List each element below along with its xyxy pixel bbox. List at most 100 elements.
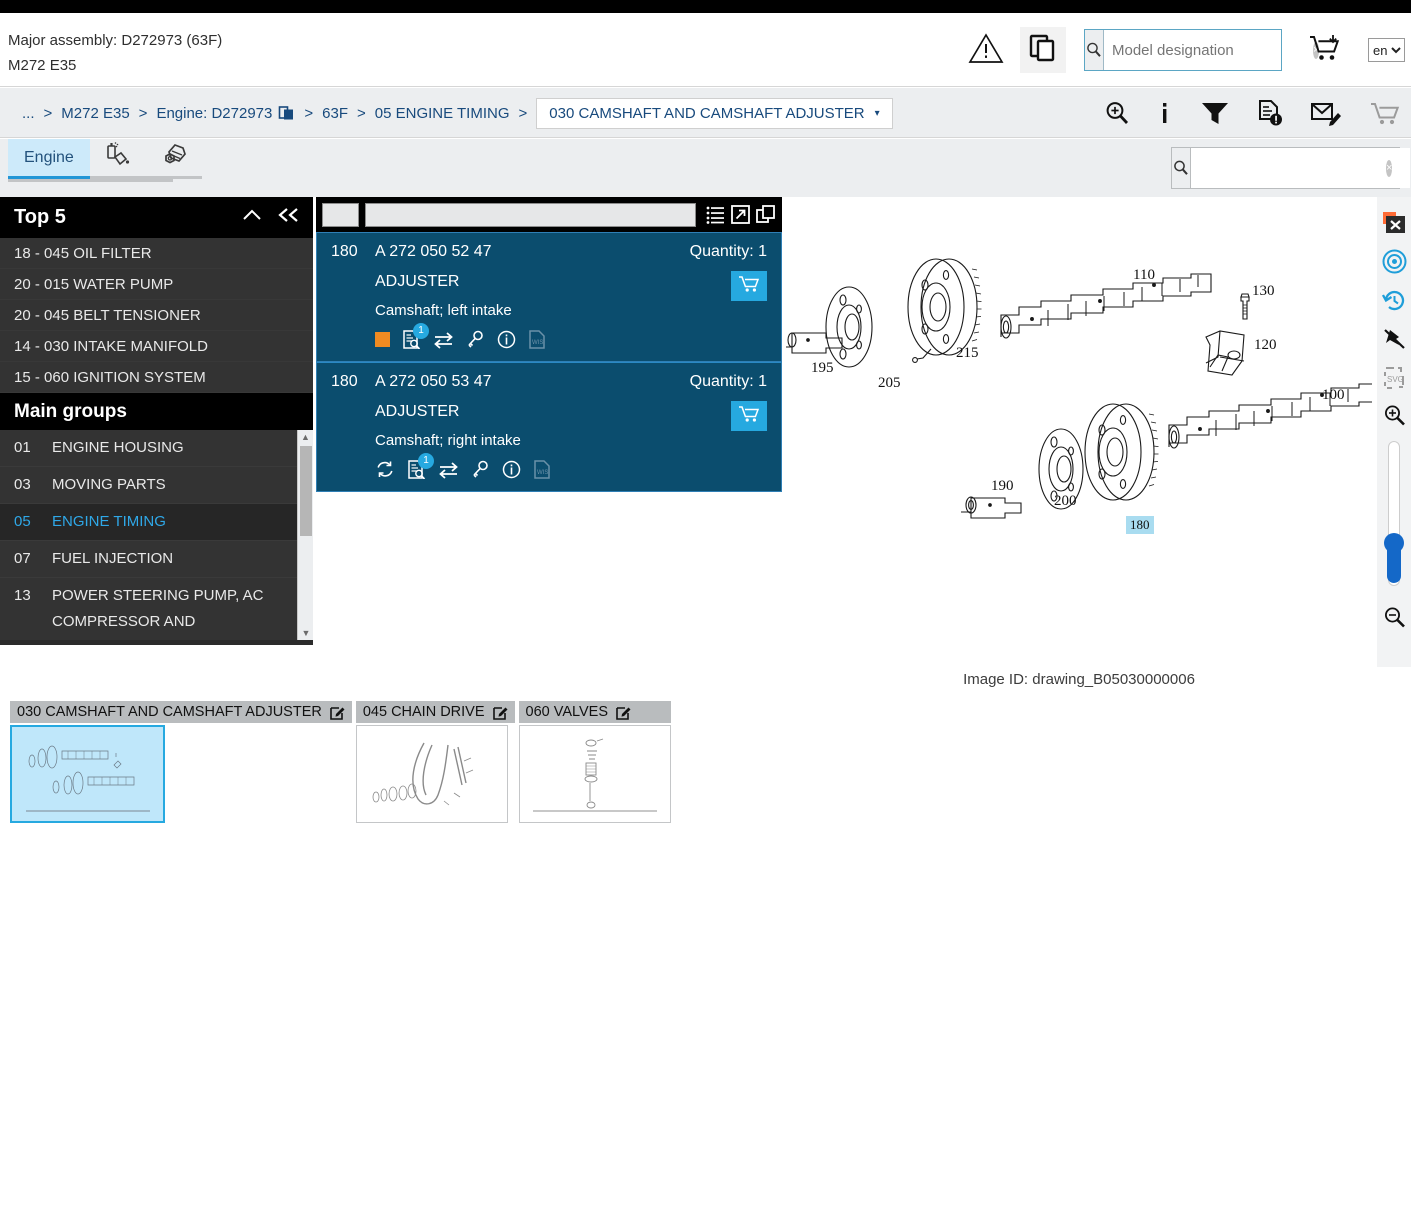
callout-180-highlight[interactable]: 180	[1126, 516, 1154, 534]
key-search-icon[interactable]	[466, 330, 485, 349]
thumbnail-image-060[interactable]	[519, 725, 671, 823]
close-window-icon[interactable]	[1382, 211, 1406, 235]
chevron-up-icon[interactable]	[241, 206, 263, 229]
zoom-slider-thumb[interactable]	[1387, 539, 1401, 583]
list-view-icon[interactable]	[706, 205, 725, 224]
parts-drawing[interactable]: 195 205 215 110 130 120 100 190 200 180	[786, 197, 1372, 652]
exchange-arrows-icon[interactable]	[438, 461, 459, 479]
top5-item-4[interactable]: 15 - 060 IGNITION SYSTEM	[0, 362, 313, 393]
edit-pencil-icon[interactable]	[330, 705, 345, 720]
global-search[interactable]: ×	[1171, 147, 1400, 189]
wis-document-icon[interactable]: WIS	[533, 460, 551, 479]
main-groups-title: Main groups	[14, 401, 127, 423]
thumbnail-caption[interactable]: 030 CAMSHAFT AND CAMSHAFT ADJUSTER	[10, 701, 352, 723]
table-row[interactable]: 180 A 272 050 52 47 ADJUSTER Camshaft; l…	[316, 232, 782, 362]
edit-pencil-icon[interactable]	[493, 705, 508, 720]
major-assembly-label: Major assembly: D272973 (63F)	[8, 28, 222, 53]
header-actions: × en	[968, 13, 1411, 87]
sidebar-item-moving-parts[interactable]: 03 MOVING PARTS	[0, 467, 313, 504]
info-circle-icon[interactable]	[502, 460, 521, 479]
thumbnail-caption-label: 060 VALVES	[526, 704, 609, 720]
breadcrumb-current-dropdown[interactable]: 030 CAMSHAFT AND CAMSHAFT ADJUSTER ▾	[536, 98, 892, 129]
edit-pencil-icon[interactable]	[616, 705, 631, 720]
breadcrumb-item-3[interactable]: 63F	[322, 105, 348, 122]
cart-icon[interactable]	[1369, 100, 1401, 126]
zoom-in-search-icon[interactable]	[1104, 100, 1130, 126]
sidebar-item-engine-housing[interactable]: 01 ENGINE HOUSING	[0, 430, 313, 467]
breadcrumb-item-0[interactable]: ...	[22, 105, 35, 122]
zoom-slider[interactable]	[1388, 441, 1400, 586]
cart-icon	[738, 275, 760, 298]
exchange-arrows-icon[interactable]	[433, 331, 454, 349]
thumbnail-caption[interactable]: 045 CHAIN DRIVE	[356, 701, 515, 723]
key-search-icon[interactable]	[471, 460, 490, 479]
parts-filter-text-input[interactable]	[365, 203, 696, 227]
add-to-cart-button[interactable]	[731, 401, 767, 431]
breadcrumb-item-1[interactable]: M272 E35	[61, 105, 129, 122]
tab-engine[interactable]: Engine	[8, 139, 90, 179]
part-quantity: Quantity: 1	[647, 243, 767, 261]
sidebar-item-power-steering[interactable]: 13 POWER STEERING PUMP, AC COMPRESSOR AN…	[0, 578, 313, 640]
zoom-out-icon[interactable]	[1383, 606, 1406, 629]
copy-documents-button[interactable]	[1020, 27, 1066, 73]
part-number: A 272 050 53 47	[375, 373, 647, 391]
tab-fasteners[interactable]	[146, 139, 202, 179]
top5-item-0[interactable]: 18 - 045 OIL FILTER	[0, 238, 313, 269]
part-number: A 272 050 52 47	[375, 243, 647, 261]
add-to-cart-button[interactable]	[731, 271, 767, 301]
document-search-icon[interactable]: 1	[402, 330, 421, 349]
cart-add-icon[interactable]	[1308, 33, 1342, 68]
info-icon[interactable]	[1157, 100, 1173, 126]
scrollbar-thumb[interactable]	[300, 446, 312, 536]
target-focus-icon[interactable]	[1382, 249, 1407, 274]
engine-copy-icon[interactable]	[278, 105, 295, 122]
sidebar-item-engine-timing[interactable]: 05 ENGINE TIMING	[0, 504, 313, 541]
part-details: A 272 050 53 47 ADJUSTER Camshaft; right…	[375, 373, 647, 479]
part-description: Camshaft; left intake	[375, 302, 647, 319]
tab-consumables[interactable]	[90, 139, 146, 179]
double-chevron-left-icon[interactable]	[277, 206, 301, 229]
info-circle-icon[interactable]	[497, 330, 516, 349]
refresh-replacement-icon[interactable]	[375, 460, 395, 479]
top5-item-2[interactable]: 20 - 045 BELT TENSIONER	[0, 300, 313, 331]
group-label: ENGINE TIMING	[52, 509, 313, 535]
part-quantity: Quantity: 1	[647, 373, 767, 391]
document-search-icon[interactable]: 1	[407, 460, 426, 479]
part-name: ADJUSTER	[375, 273, 647, 291]
breadcrumb-item-4[interactable]: 05 ENGINE TIMING	[375, 105, 510, 122]
language-select[interactable]: en	[1368, 38, 1405, 62]
mail-edit-icon[interactable]	[1310, 100, 1342, 126]
top5-title: Top 5	[14, 206, 66, 229]
model-designation-search[interactable]: ×	[1084, 29, 1282, 71]
open-new-window-icon[interactable]	[756, 205, 776, 224]
tab-list: Engine	[8, 139, 202, 179]
table-row[interactable]: 180 A 272 050 53 47 ADJUSTER Camshaft; r…	[316, 362, 782, 492]
thumbnail-image-030[interactable]	[10, 725, 165, 823]
global-search-input[interactable]	[1191, 148, 1410, 188]
parts-panel-header	[316, 197, 782, 232]
top5-item-3[interactable]: 14 - 030 INTAKE MANIFOLD	[0, 331, 313, 362]
model-designation-input[interactable]	[1104, 30, 1337, 70]
svg-export-icon[interactable]: SVG	[1383, 366, 1406, 390]
top5-item-1[interactable]: 20 - 015 WATER PUMP	[0, 269, 313, 300]
sidebar-item-fuel-injection[interactable]: 07 FUEL INJECTION	[0, 541, 313, 578]
tab-underline	[8, 179, 173, 182]
thumbnail-caption[interactable]: 060 VALVES	[519, 701, 671, 723]
unpin-icon[interactable]	[1382, 327, 1407, 352]
scroll-up-arrow-icon[interactable]: ▲	[298, 430, 313, 444]
history-reset-icon[interactable]	[1382, 288, 1407, 313]
warning-triangle-icon[interactable]	[968, 32, 1004, 69]
document-alert-icon[interactable]	[1257, 99, 1283, 127]
thumbnail-image-045[interactable]	[356, 725, 508, 823]
scroll-down-arrow-icon[interactable]: ▼	[298, 626, 313, 640]
note-icon[interactable]	[375, 332, 390, 347]
thumbnail-caption-label: 045 CHAIN DRIVE	[363, 704, 485, 720]
wis-document-icon[interactable]: WIS	[528, 330, 546, 349]
expand-icon[interactable]	[731, 205, 750, 224]
clear-search-button[interactable]: ×	[1386, 160, 1392, 177]
breadcrumb-item-2[interactable]: Engine: D272973	[156, 105, 272, 122]
filter-funnel-icon[interactable]	[1200, 100, 1230, 126]
zoom-in-icon[interactable]	[1383, 404, 1406, 427]
main-groups-scrollbar[interactable]: ▲ ▼	[297, 430, 313, 640]
parts-filter-position-input[interactable]	[322, 203, 359, 227]
